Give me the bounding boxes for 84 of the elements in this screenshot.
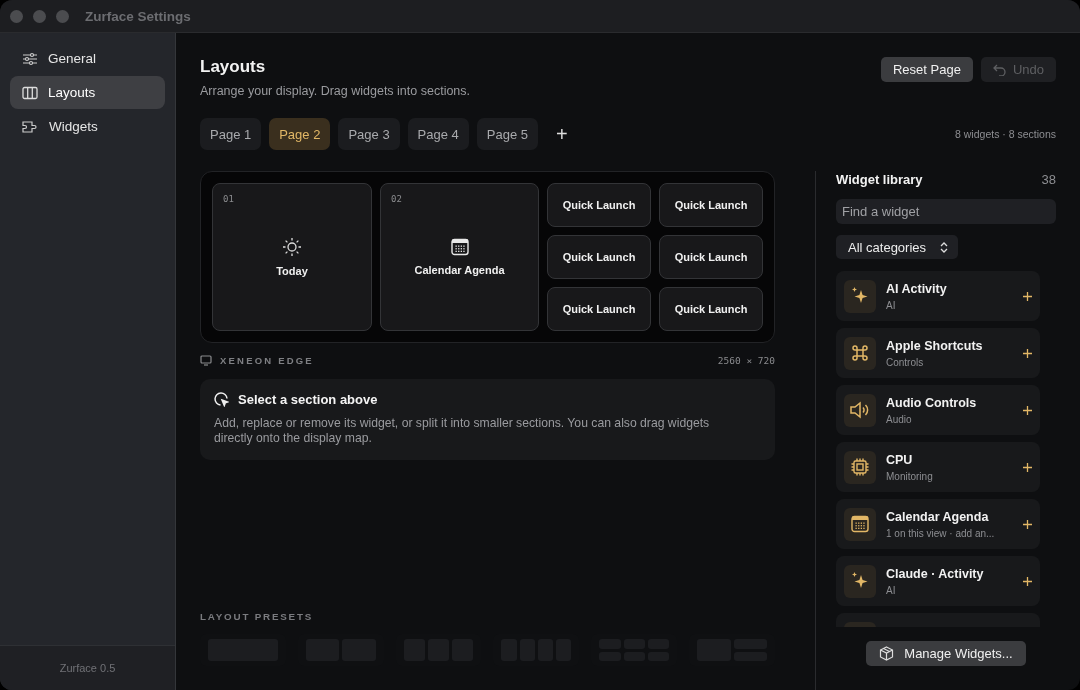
section-number: 01	[223, 194, 234, 204]
resolution-label: 2560 × 720	[717, 355, 775, 366]
widget-name: AI Activity	[886, 281, 948, 296]
monitor-icon	[200, 355, 212, 366]
window-minimize-button[interactable]	[33, 9, 46, 23]
widget-card[interactable]: Calendar Agenda 1 on this view · add an...	[836, 499, 1040, 549]
section-label: Calendar Agenda	[414, 264, 505, 276]
search-field[interactable]: Find a widget	[836, 199, 1056, 224]
widget-name: Calendar Agenda	[886, 509, 990, 524]
display-section[interactable]: 01 Today	[212, 183, 372, 331]
page-subtitle: Arrange your display. Drag widgets into sections.	[200, 84, 471, 98]
widget-card[interactable]: Claude · Activity AI	[836, 556, 1040, 606]
display-section[interactable]: Quick Launch	[659, 235, 763, 279]
command-icon	[850, 343, 870, 363]
calendar-icon	[450, 238, 469, 256]
add-icon[interactable]	[1023, 348, 1032, 358]
widget-category: Controls	[886, 356, 925, 368]
window-title: Zurface Settings	[85, 8, 191, 24]
chip-icon	[850, 457, 870, 477]
widget-category: Audio	[886, 413, 913, 425]
widget-card[interactable]: CPU Monitoring	[836, 442, 1040, 492]
add-icon[interactable]	[1023, 519, 1032, 529]
info-text: Add, replace or remove its widget, or split it into smaller sections. You can also drag widgets directly onto the display map.	[214, 416, 711, 446]
widget-card[interactable]: Apple Shortcuts Controls	[836, 328, 1040, 378]
page-tab[interactable]: Page 4	[407, 118, 469, 150]
add-icon[interactable]	[1023, 405, 1032, 415]
category-dropdown[interactable]: All categories	[836, 235, 959, 259]
manage-widgets-button[interactable]: Manage Widgets...	[866, 641, 1026, 666]
widget-card[interactable]: Audio Controls Audio	[836, 385, 1040, 435]
page-tab[interactable]: Page 2	[269, 118, 331, 150]
sidebar-item[interactable]: Widgets	[10, 110, 165, 143]
widget-name: Apple Shortcuts	[886, 338, 984, 353]
add-icon[interactable]	[1023, 462, 1032, 472]
sidebar-item[interactable]: General	[10, 42, 165, 75]
widget-name: Claude · Activity	[886, 566, 985, 581]
section-label: Quick Launch	[562, 251, 636, 263]
section-label: Quick Launch	[562, 199, 636, 211]
section-label: Quick Launch	[674, 303, 748, 315]
widget-category: Monitoring	[886, 470, 934, 482]
calendar-icon	[851, 515, 869, 533]
widget-category: AI	[886, 584, 897, 596]
section-number: 02	[391, 194, 402, 204]
widget-name: CPU	[886, 452, 914, 467]
display-section[interactable]: Quick Launch	[659, 287, 763, 331]
widget-category: 1 on this view · add an...	[886, 527, 996, 539]
display-section[interactable]: Quick Launch	[659, 183, 763, 227]
puzzle-icon	[22, 119, 39, 134]
display-section[interactable]: Quick Launch	[547, 235, 651, 279]
page-tab[interactable]: Page 5	[476, 118, 538, 150]
window-zoom-button[interactable]	[56, 9, 69, 23]
info-title: Select a section above	[238, 392, 378, 407]
reset-button[interactable]: Reset Page	[881, 57, 973, 82]
sidebar-item[interactable]: Layouts	[10, 76, 165, 109]
page-tab[interactable]: Page 1	[200, 118, 262, 150]
window-close-button[interactable]	[10, 9, 23, 23]
widget-name: Audio Controls	[886, 395, 978, 410]
page-tab[interactable]: Page 3	[338, 118, 400, 150]
section-label: Quick Launch	[562, 303, 636, 315]
settings-icon	[22, 51, 38, 66]
add-icon[interactable]	[1023, 576, 1032, 586]
add-page-button[interactable]: +	[552, 122, 572, 146]
device-name: XENEON EDGE	[220, 355, 314, 366]
widget-category: AI	[886, 299, 897, 311]
widget-card[interactable]: AI Activity AI	[836, 271, 1040, 321]
section-label: Quick Launch	[674, 199, 748, 211]
display-section[interactable]: 02 Calendar Agenda	[380, 183, 539, 331]
sun-icon	[282, 237, 302, 257]
chevron-icon	[940, 241, 949, 253]
cursor-icon	[214, 392, 229, 407]
section-label: Today	[276, 265, 308, 277]
summary-label: 8 widgets · 8 sections	[955, 128, 1056, 140]
speaker-icon	[849, 400, 871, 420]
page-title: Layouts	[200, 57, 267, 77]
section-label: Quick Launch	[674, 251, 748, 263]
version-label: Zurface 0.5	[59, 662, 116, 674]
undo-icon	[992, 63, 1007, 76]
widget-count: 38	[1041, 172, 1056, 187]
add-icon[interactable]	[1023, 291, 1032, 301]
display-section[interactable]: Quick Launch	[547, 287, 651, 331]
presets-heading: LAYOUT PRESETS	[200, 611, 315, 622]
library-title: Widget library	[836, 172, 923, 187]
columns-icon	[22, 85, 38, 100]
display-section[interactable]: Quick Launch	[547, 183, 651, 227]
box-icon	[879, 646, 895, 661]
